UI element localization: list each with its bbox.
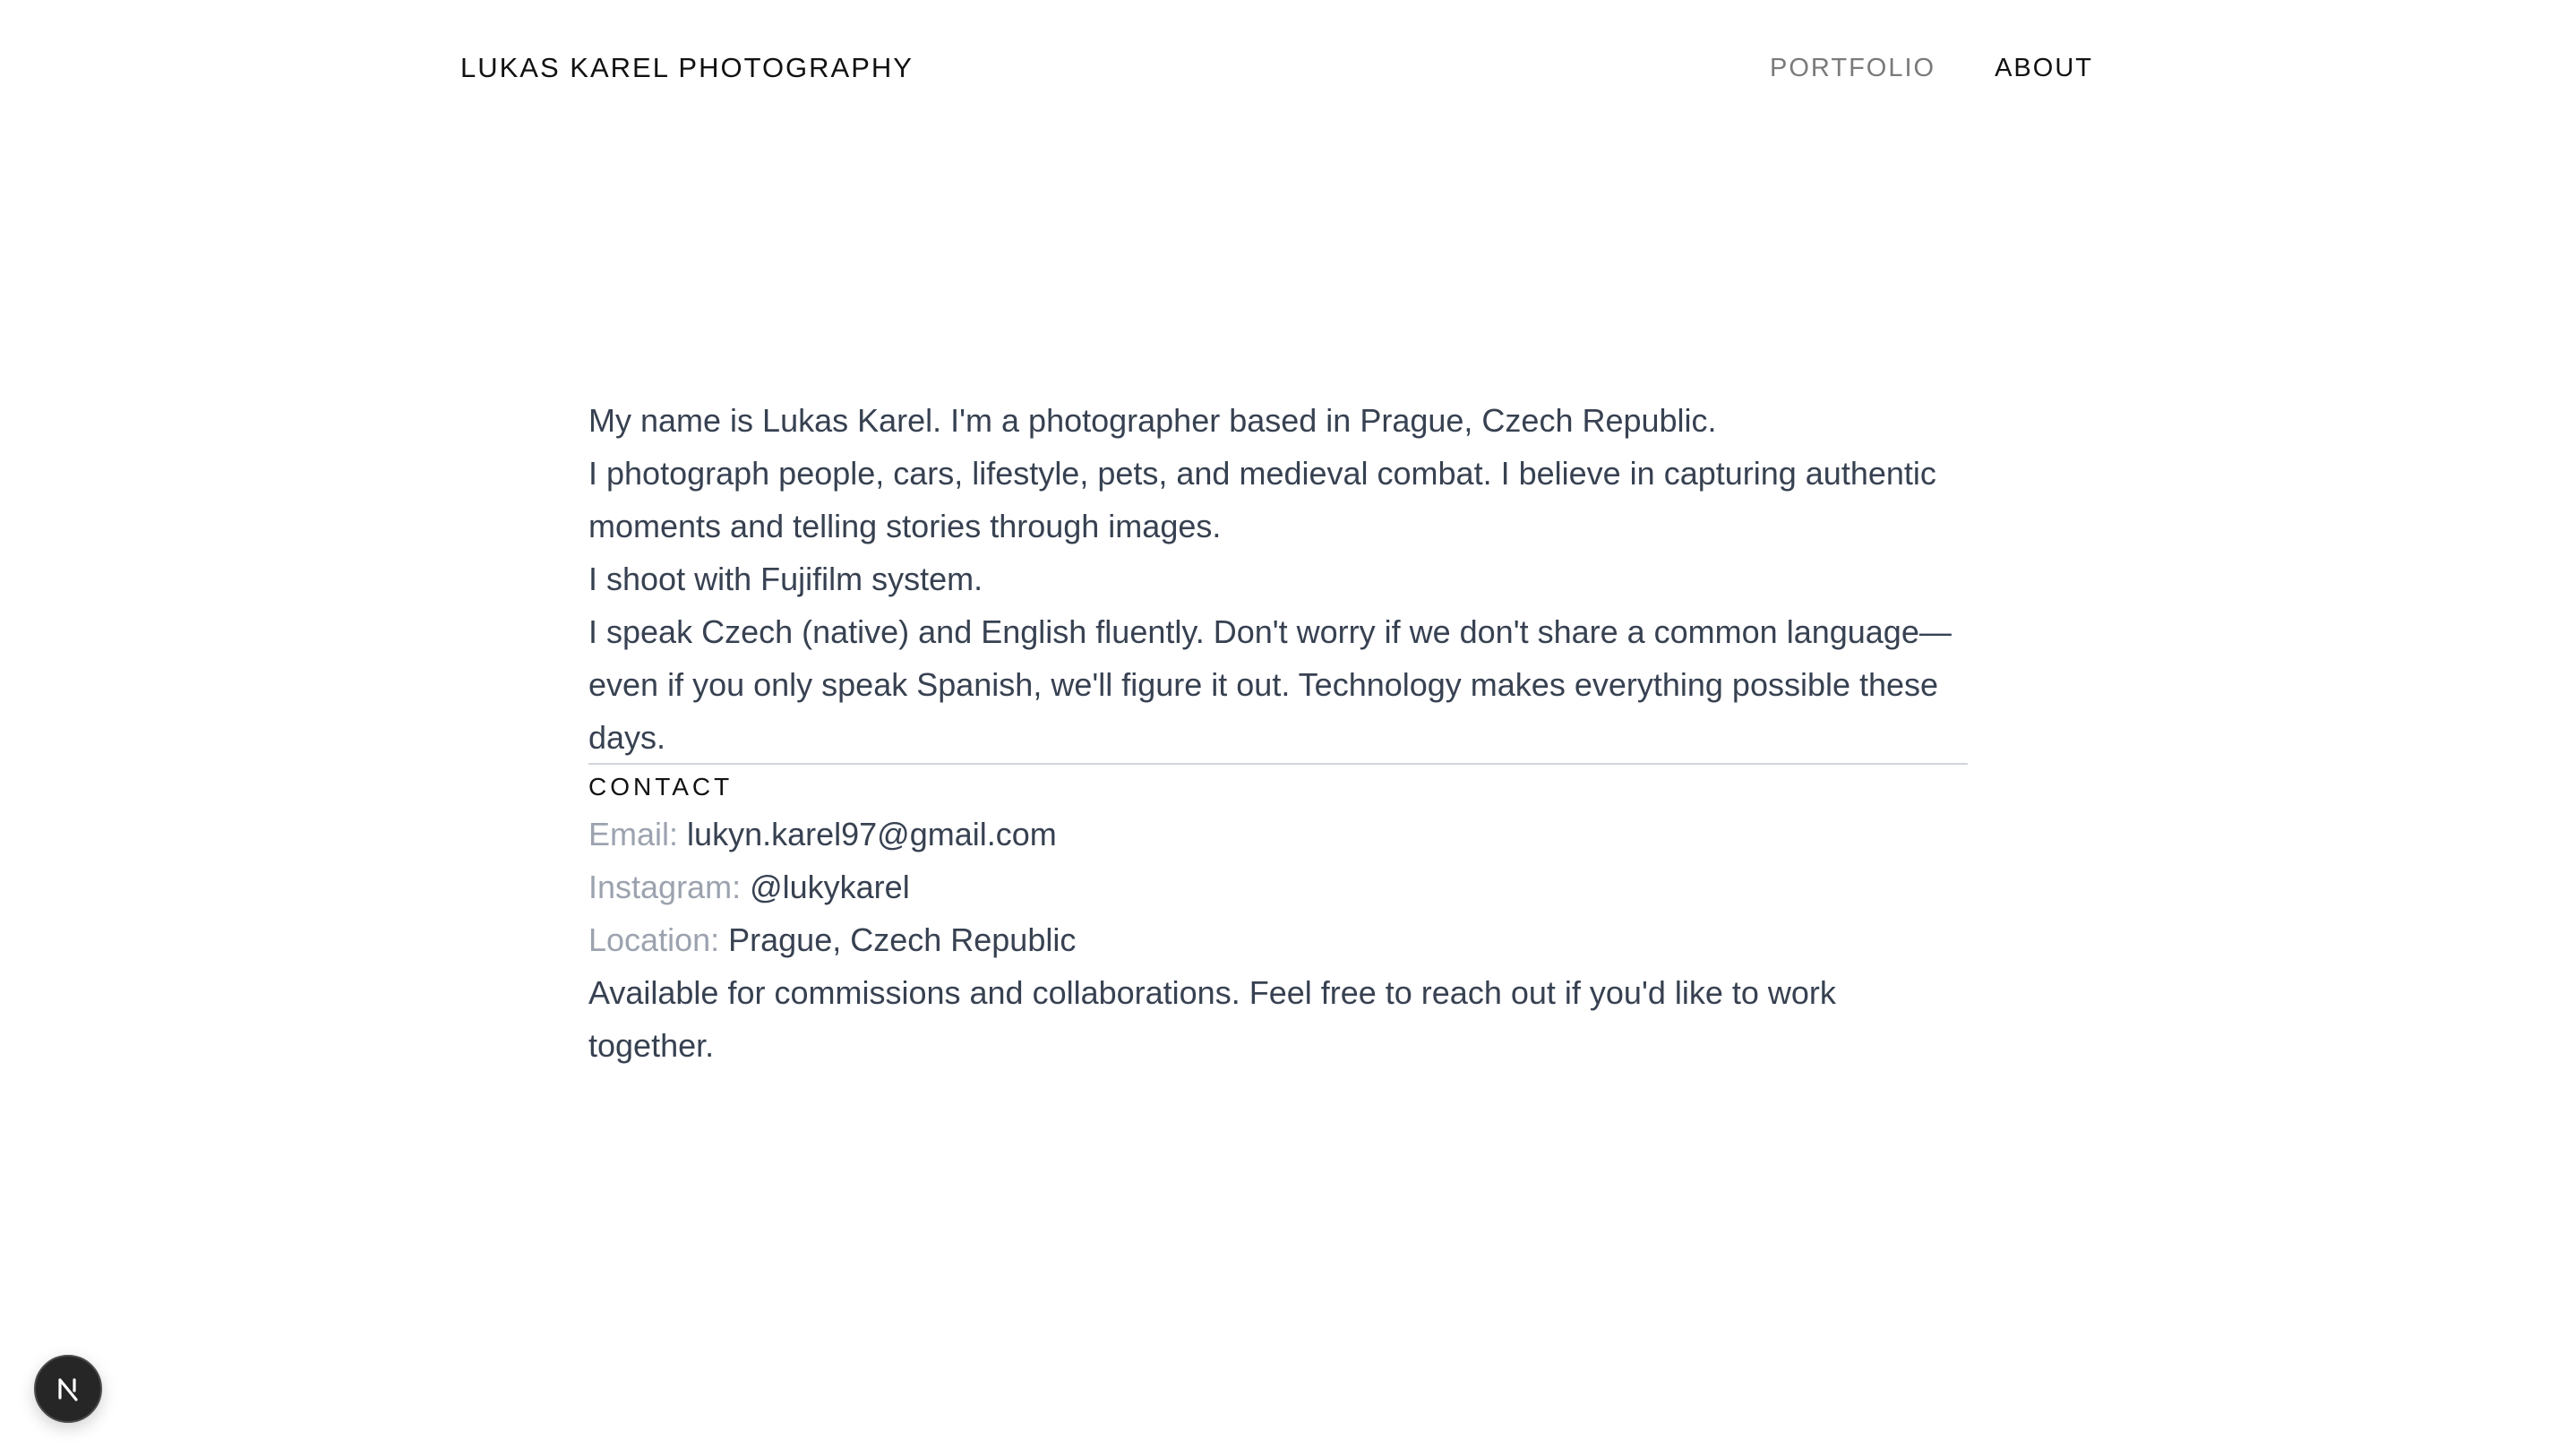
about-paragraph-subjects: I photograph people, cars, lifestyle, pe…: [588, 455, 1936, 544]
about-section: My name is Lukas Karel. I'm a photograph…: [588, 394, 1968, 764]
email-label: Email:: [588, 816, 679, 852]
contact-row-instagram: Instagram: @lukykarel: [588, 861, 1968, 913]
about-paragraph-gear: I shoot with Fujifilm system.: [588, 561, 983, 597]
about-paragraph-languages: I speak Czech (native) and English fluen…: [588, 613, 1952, 756]
site-header: LUKAS KAREL PHOTOGRAPHY PORTFOLIO ABOUT: [0, 0, 2549, 145]
nextjs-icon: [58, 1378, 78, 1401]
location-value: Prague, Czech Republic: [728, 921, 1077, 958]
nextjs-dev-tools-button[interactable]: [34, 1355, 102, 1423]
email-link[interactable]: lukyn.karel97@gmail.com: [687, 816, 1057, 852]
nav-link-about[interactable]: ABOUT: [1995, 54, 2093, 83]
location-label: Location:: [588, 921, 720, 958]
contact-section: CONTACT Email: lukyn.karel97@gmail.com I…: [588, 763, 1968, 1072]
contact-row-email: Email: lukyn.karel97@gmail.com: [588, 808, 1968, 861]
contact-row-location: Location: Prague, Czech Republic: [588, 913, 1968, 966]
contact-heading: CONTACT: [588, 773, 734, 801]
contact-list: Email: lukyn.karel97@gmail.com Instagram…: [588, 808, 1968, 1072]
instagram-label: Instagram:: [588, 869, 742, 905]
availability-note: Available for commissions and collaborat…: [588, 974, 1836, 1064]
nav-link-portfolio[interactable]: PORTFOLIO: [1770, 54, 1935, 83]
main-nav: PORTFOLIO ABOUT: [1770, 54, 2093, 83]
about-paragraph-intro: My name is Lukas Karel. I'm a photograph…: [588, 402, 1717, 439]
brand-logo-link[interactable]: LUKAS KAREL PHOTOGRAPHY: [460, 52, 914, 84]
instagram-link[interactable]: @lukykarel: [750, 869, 910, 905]
